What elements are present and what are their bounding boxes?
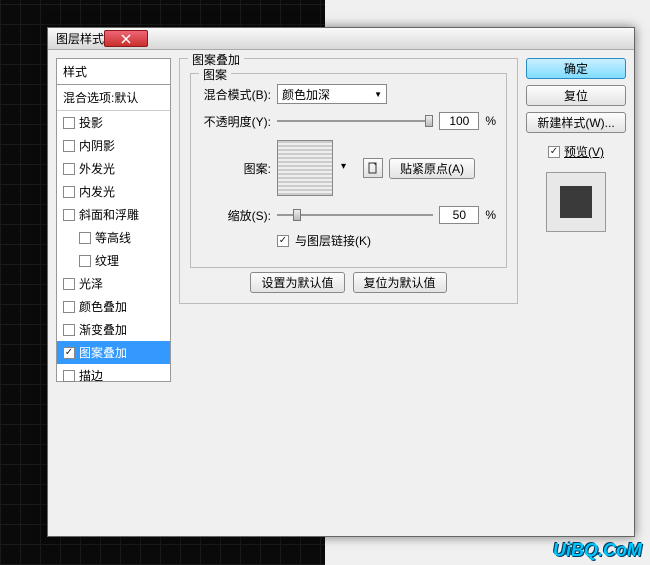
checkbox[interactable] <box>63 186 75 198</box>
style-item-gradient-overlay[interactable]: 渐变叠加 <box>57 318 170 341</box>
blend-mode-value: 颜色加深 <box>282 86 330 103</box>
style-item-label: 等高线 <box>95 229 131 246</box>
opacity-label: 不透明度(Y): <box>201 113 271 130</box>
style-item-color-overlay[interactable]: 颜色叠加 <box>57 295 170 318</box>
preview-swatch <box>546 172 606 232</box>
percent-label: % <box>485 114 496 128</box>
checkbox[interactable] <box>63 301 75 313</box>
style-item-stroke[interactable]: 描边 <box>57 364 170 387</box>
scale-slider[interactable] <box>277 206 433 224</box>
style-item-inner-shadow[interactable]: 内阴影 <box>57 134 170 157</box>
dialog-title: 图层样式 <box>56 30 104 47</box>
style-item-label: 纹理 <box>95 252 119 269</box>
style-item-label: 外发光 <box>79 160 115 177</box>
style-item-label: 描边 <box>79 367 103 384</box>
set-default-button[interactable]: 设置为默认值 <box>250 272 344 293</box>
preview-checkbox[interactable] <box>548 146 560 158</box>
inner-group-title: 图案 <box>199 66 231 83</box>
percent-label: % <box>485 208 496 222</box>
opacity-slider[interactable] <box>277 112 433 130</box>
checkbox[interactable] <box>63 347 75 359</box>
titlebar[interactable]: 图层样式 <box>48 28 634 50</box>
style-item-label: 斜面和浮雕 <box>79 206 139 223</box>
new-style-button[interactable]: 新建样式(W)... <box>526 112 626 133</box>
style-item-label: 颜色叠加 <box>79 298 127 315</box>
style-item-bevel[interactable]: 斜面和浮雕 <box>57 203 170 226</box>
scale-input[interactable] <box>439 206 479 224</box>
new-doc-icon <box>367 162 379 174</box>
style-item-satin[interactable]: 光泽 <box>57 272 170 295</box>
checkbox[interactable] <box>63 163 75 175</box>
settings-panel: 图案叠加 图案 混合模式(B): 颜色加深 不透明度(Y): <box>179 58 518 528</box>
link-label: 与图层链接(K) <box>295 232 371 249</box>
new-pattern-button[interactable] <box>363 158 383 178</box>
blend-options-header[interactable]: 混合选项:默认 <box>57 85 170 111</box>
opacity-input[interactable] <box>439 112 479 130</box>
style-item-drop-shadow[interactable]: 投影 <box>57 111 170 134</box>
preview-label: 预览(V) <box>564 143 604 160</box>
scale-label: 缩放(S): <box>201 207 271 224</box>
checkbox[interactable] <box>63 117 75 129</box>
preview-inner <box>560 186 592 218</box>
link-checkbox[interactable] <box>277 235 289 247</box>
style-item-label: 内发光 <box>79 183 115 200</box>
styles-list: 混合选项:默认 投影 内阴影 外发光 内发光 斜面和浮雕 等高线 纹理 光泽 颜… <box>56 84 171 382</box>
watermark: UiBQ.CoM <box>553 540 642 561</box>
layer-style-dialog: 图层样式 样式 混合选项:默认 投影 内阴影 外发光 内发光 斜面和浮雕 等高线… <box>47 27 635 537</box>
cancel-button[interactable]: 复位 <box>526 85 626 106</box>
close-button[interactable] <box>104 30 148 47</box>
styles-panel: 样式 混合选项:默认 投影 内阴影 外发光 内发光 斜面和浮雕 等高线 纹理 光… <box>56 58 171 528</box>
style-item-pattern-overlay[interactable]: 图案叠加 <box>57 341 170 364</box>
checkbox[interactable] <box>63 278 75 290</box>
styles-label[interactable]: 样式 <box>56 58 171 84</box>
checkbox[interactable] <box>63 209 75 221</box>
blend-mode-label: 混合模式(B): <box>201 86 271 103</box>
checkbox[interactable] <box>63 370 75 382</box>
snap-origin-button[interactable]: 贴紧原点(A) <box>389 158 475 179</box>
action-panel: 确定 复位 新建样式(W)... 预览(V) <box>526 58 626 528</box>
pattern-overlay-group: 图案叠加 图案 混合模式(B): 颜色加深 不透明度(Y): <box>179 58 518 304</box>
close-icon <box>121 34 131 44</box>
style-item-contour[interactable]: 等高线 <box>57 226 170 249</box>
reset-default-button[interactable]: 复位为默认值 <box>353 272 447 293</box>
slider-thumb[interactable] <box>425 115 433 127</box>
pattern-picker[interactable] <box>277 140 333 196</box>
style-item-label: 投影 <box>79 114 103 131</box>
blend-mode-dropdown[interactable]: 颜色加深 <box>277 84 387 104</box>
pattern-group: 图案 混合模式(B): 颜色加深 不透明度(Y): % <box>190 73 507 268</box>
slider-thumb[interactable] <box>293 209 301 221</box>
style-item-outer-glow[interactable]: 外发光 <box>57 157 170 180</box>
style-item-inner-glow[interactable]: 内发光 <box>57 180 170 203</box>
style-item-label: 内阴影 <box>79 137 115 154</box>
checkbox[interactable] <box>79 232 91 244</box>
checkbox[interactable] <box>63 140 75 152</box>
ok-button[interactable]: 确定 <box>526 58 626 79</box>
checkbox[interactable] <box>63 324 75 336</box>
style-item-texture[interactable]: 纹理 <box>57 249 170 272</box>
pattern-label: 图案: <box>201 160 271 177</box>
style-item-label: 渐变叠加 <box>79 321 127 338</box>
style-item-label: 光泽 <box>79 275 103 292</box>
style-item-label: 图案叠加 <box>79 344 127 361</box>
checkbox[interactable] <box>79 255 91 267</box>
